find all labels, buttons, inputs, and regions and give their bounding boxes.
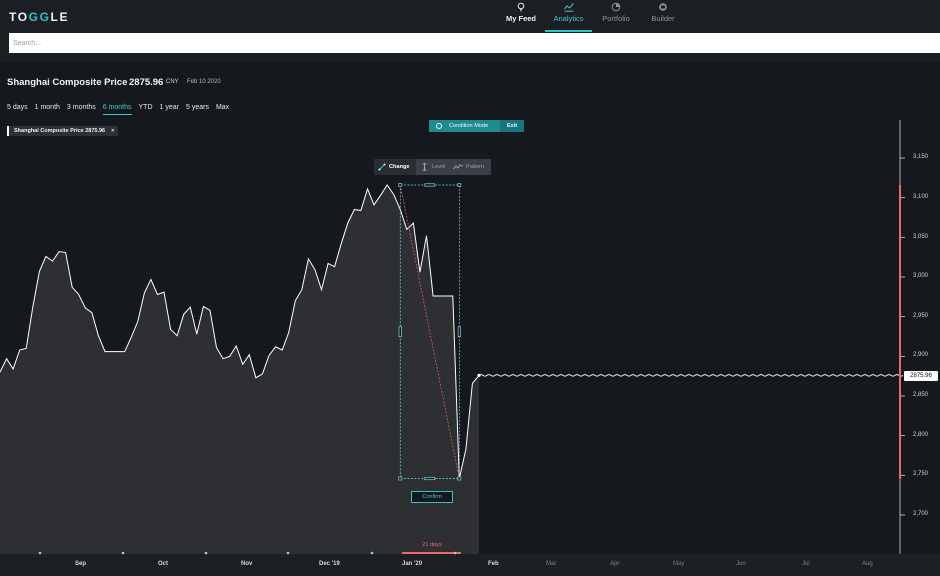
edge-handle[interactable] — [398, 326, 402, 338]
series-legend-chip[interactable]: Shanghai Composite Price 2875.96 × — [7, 126, 119, 136]
x-tick-label: May — [673, 561, 685, 567]
axis-dot — [38, 551, 42, 555]
change-icon — [378, 163, 386, 171]
x-tick-label: Jul — [802, 561, 810, 567]
y-tick-label: 3,100 — [913, 194, 929, 200]
x-tick-label: Oct — [158, 561, 169, 567]
corner-handle[interactable] — [457, 183, 462, 187]
tool-pattern[interactable]: Pattern — [450, 159, 491, 175]
y-tick-label: 3,000 — [913, 273, 929, 279]
edge-handle[interactable] — [424, 476, 436, 481]
y-tick-label: 3,050 — [913, 234, 929, 240]
level-icon — [422, 163, 427, 171]
confirm-button[interactable]: Confirm — [411, 491, 453, 503]
axis-dot — [370, 551, 374, 555]
axis-dot — [453, 551, 457, 555]
x-tick-label: Mar — [546, 561, 557, 567]
exit-button[interactable]: Exit — [500, 120, 524, 132]
condition-toolbox: Change Level Pattern — [374, 159, 491, 175]
corner-handle[interactable] — [398, 476, 403, 481]
tool-change[interactable]: Change — [374, 159, 416, 175]
x-tick-label: Apr — [610, 561, 620, 567]
duration-marker — [402, 552, 461, 554]
y-tick-label: 2,950 — [913, 313, 929, 319]
x-tick-label: Nov — [241, 561, 253, 567]
y-tick-label: 2,900 — [913, 352, 929, 358]
tool-level[interactable]: Level — [416, 159, 450, 175]
selection-range-bar — [899, 184, 901, 479]
y-tick-label: 3,150 — [913, 154, 929, 160]
pattern-icon — [453, 164, 463, 170]
x-tick-label: Jun — [736, 561, 746, 567]
corner-handle[interactable] — [398, 183, 403, 187]
x-tick-label: Feb — [488, 561, 499, 567]
y-tick-label: 2,800 — [913, 432, 929, 438]
y-tick-label: 2,750 — [913, 471, 929, 477]
target-icon — [436, 123, 442, 129]
axis-dot — [286, 551, 290, 555]
x-tick-label: Dec '19 — [319, 561, 340, 567]
y-tick-label: 2,850 — [913, 392, 929, 398]
last-price-dot — [477, 373, 481, 378]
axis-dot — [121, 551, 125, 555]
x-axis-band — [0, 554, 940, 576]
edge-handle[interactable] — [424, 183, 436, 187]
corner-handle[interactable] — [457, 476, 462, 481]
axis-dot — [204, 551, 208, 555]
x-tick-label: Aug — [862, 561, 873, 567]
current-price-tag: 2875.96 — [904, 371, 938, 381]
edge-handle[interactable] — [457, 326, 461, 338]
condition-mode-bar: Condition Mode Exit — [429, 120, 524, 132]
price-chart[interactable] — [0, 0, 940, 576]
x-tick-label: Sep — [75, 561, 87, 567]
x-tick-label: Jan '20 — [402, 561, 423, 567]
y-tick-label: 2,700 — [913, 511, 929, 517]
condition-mode-label: Condition Mode — [449, 123, 489, 129]
selection-duration-label: 21 days — [422, 542, 442, 548]
close-icon[interactable]: × — [111, 128, 114, 134]
